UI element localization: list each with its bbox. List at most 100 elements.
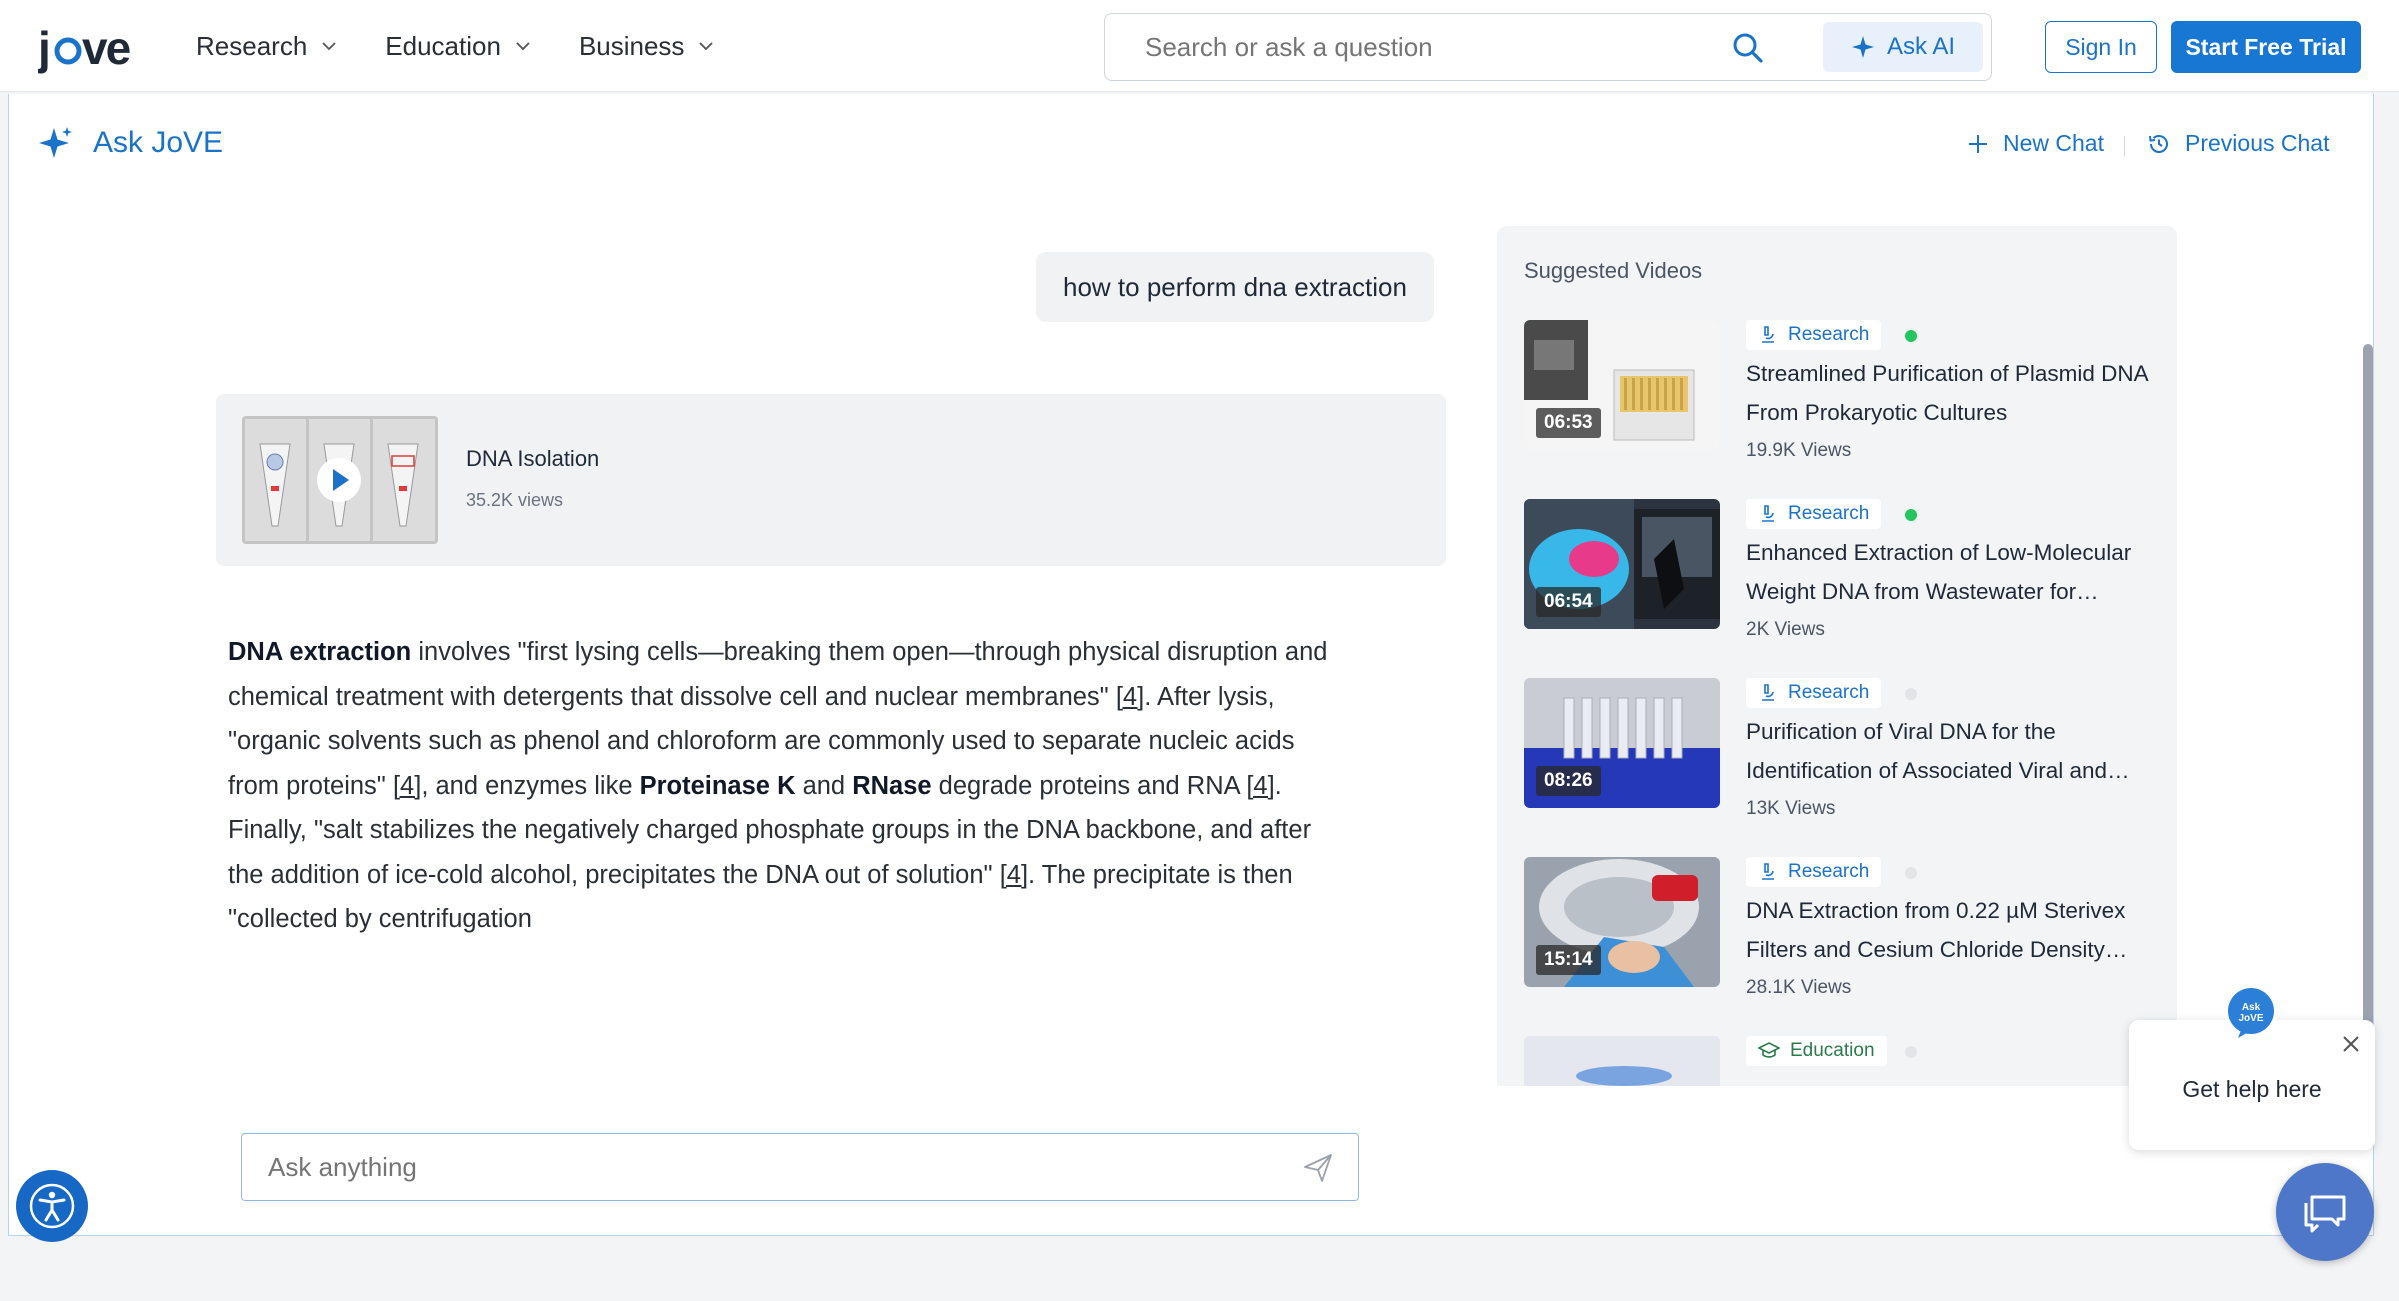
sign-in-button[interactable]: Sign In	[2045, 21, 2157, 73]
svg-text:j: j	[38, 24, 49, 74]
chevron-down-icon	[516, 42, 530, 51]
nav-education[interactable]: Education	[385, 31, 531, 62]
search-input[interactable]	[1145, 14, 1705, 80]
sparkle-icon	[1851, 36, 1874, 58]
answer-segment: degrade proteins and RNA	[931, 771, 1247, 800]
category-label: Education	[1790, 1040, 1875, 1061]
top-navigation: j ve Research Education Business Ask	[0, 0, 2399, 92]
new-chat-button[interactable]: New Chat	[1967, 130, 2104, 157]
suggested-videos-title: Suggested Videos	[1524, 258, 1703, 283]
video-title[interactable]: DNA Isolation	[466, 446, 599, 472]
video-thumbnail[interactable]: 15:14	[1524, 857, 1720, 987]
term-dna-extraction: DNA extraction	[228, 638, 412, 666]
term-proteinase-k: Proteinase K	[639, 771, 796, 800]
ask-jove-title: Ask JoVE	[93, 126, 224, 159]
svg-text:Ask: Ask	[2242, 1002, 2261, 1013]
video-duration: 15:14	[1536, 945, 1601, 975]
citation-link[interactable]: [4]	[1246, 772, 1274, 800]
category-badge: Research	[1746, 320, 1882, 350]
video-title[interactable]: Streamlined Purification of Plasmid DNA …	[1746, 354, 2156, 432]
answer-segment: , and enzymes like	[421, 771, 640, 800]
previous-chat-label: Previous Chat	[2185, 130, 2330, 156]
category-label: Research	[1788, 682, 1870, 703]
term-rnase: RNase	[852, 771, 932, 800]
video-thumbnail[interactable]	[1524, 1036, 1720, 1086]
video-thumbnail[interactable]	[242, 416, 438, 544]
suggested-videos-panel: Suggested Videos 06:53 Research Streamli…	[1497, 226, 2177, 1086]
ask-ai-button[interactable]: Ask AI	[1823, 22, 1983, 72]
category-badge: Research	[1746, 857, 1882, 887]
category-badge: Education	[1746, 1036, 1887, 1066]
suggested-video-item[interactable]: 06:53 Research Streamlined Purification …	[1524, 320, 2164, 490]
category-badge: Research	[1746, 678, 1882, 708]
chat-input-box	[241, 1133, 1359, 1201]
answer-video-card[interactable]: DNA Isolation 35.2K views	[216, 394, 1446, 566]
video-thumbnail[interactable]: 06:54	[1524, 499, 1720, 629]
nav-research-label: Research	[196, 30, 308, 61]
video-views: 19.9K Views	[1746, 440, 1852, 461]
video-title[interactable]: Purification of Viral DNA for the Identi…	[1746, 712, 2156, 790]
svg-text:ve: ve	[82, 24, 131, 74]
new-chat-label: New Chat	[2003, 130, 2104, 156]
chat-launcher-button[interactable]	[2276, 1163, 2374, 1261]
send-icon[interactable]	[1302, 1152, 1334, 1184]
nav-education-label: Education	[385, 30, 501, 61]
answer-text: DNA extraction involves "first lysing ce…	[228, 630, 1348, 942]
status-dot	[1905, 867, 1917, 879]
header-divider	[2124, 136, 2125, 156]
video-duration: 06:53	[1536, 408, 1601, 438]
start-free-trial-button[interactable]: Start Free Trial	[2171, 21, 2361, 73]
close-icon[interactable]	[2339, 1032, 2363, 1056]
accessibility-button[interactable]	[16, 1170, 88, 1242]
suggested-video-item[interactable]: Education	[1524, 1036, 2164, 1086]
accessibility-icon	[29, 1183, 75, 1229]
nav-business-label: Business	[578, 30, 685, 61]
microscope-icon	[1762, 505, 1774, 522]
chevron-down-icon	[322, 42, 336, 51]
status-dot	[1905, 330, 1917, 342]
ask-ai-label: Ask AI	[1886, 33, 1956, 60]
microscope-icon	[1762, 684, 1774, 701]
help-text[interactable]: Get help here	[2129, 1076, 2375, 1103]
status-dot	[1905, 1046, 1917, 1058]
ask-jove-panel: Ask JoVE New Chat Previous Chat how to p…	[8, 94, 2374, 1236]
video-duration: 06:54	[1536, 587, 1601, 617]
suggested-video-item[interactable]: 15:14 Research DNA Extraction from 0.22 …	[1524, 857, 2164, 1027]
jove-logo[interactable]: j ve	[38, 18, 148, 74]
video-views: 35.2K views	[466, 490, 564, 510]
suggested-video-item[interactable]: 08:26 Research Purification of Viral DNA…	[1524, 678, 2164, 848]
ask-jove-heading: Ask JoVE	[39, 126, 223, 160]
category-label: Research	[1788, 503, 1870, 524]
microscope-icon	[1762, 863, 1774, 880]
video-views: 2K Views	[1746, 619, 1825, 640]
chat-icon	[2304, 1195, 2346, 1233]
category-badge: Research	[1746, 499, 1882, 529]
graduation-cap-icon	[1758, 1042, 1780, 1058]
sparkle-icon	[39, 127, 72, 158]
nav-business[interactable]: Business	[579, 31, 715, 62]
status-dot	[1905, 688, 1917, 700]
citation-link[interactable]: [4]	[1116, 683, 1144, 711]
suggested-video-item[interactable]: 06:54 Research Enhanced Extraction of Lo…	[1524, 499, 2164, 669]
category-label: Research	[1788, 324, 1870, 345]
history-icon	[2149, 134, 2168, 153]
citation-link[interactable]: [4]	[1000, 861, 1028, 889]
answer-segment: and	[795, 771, 853, 800]
svg-text:JoVE: JoVE	[2238, 1013, 2263, 1024]
nav-research[interactable]: Research	[196, 31, 337, 62]
search-icon[interactable]	[1731, 31, 1765, 65]
status-dot	[1905, 509, 1917, 521]
chat-input[interactable]	[268, 1134, 1168, 1200]
category-label: Research	[1788, 861, 1870, 882]
video-title[interactable]: DNA Extraction from 0.22 µM Sterivex Fil…	[1746, 891, 2156, 969]
previous-chat-button[interactable]: Previous Chat	[2147, 130, 2329, 157]
ask-jove-bubble-icon[interactable]: Ask JoVE	[2220, 982, 2282, 1044]
video-thumbnail[interactable]: 06:53	[1524, 320, 1720, 450]
video-thumbnail[interactable]: 08:26	[1524, 678, 1720, 808]
video-views: 28.1K Views	[1746, 977, 1852, 998]
citation-link[interactable]: [4]	[393, 772, 421, 800]
video-title[interactable]: Enhanced Extraction of Low-Molecular Wei…	[1746, 533, 2156, 611]
video-views: 13K Views	[1746, 798, 1836, 819]
main-menu: Research Education Business	[196, 0, 714, 92]
scrollbar[interactable]	[2363, 344, 2373, 1084]
